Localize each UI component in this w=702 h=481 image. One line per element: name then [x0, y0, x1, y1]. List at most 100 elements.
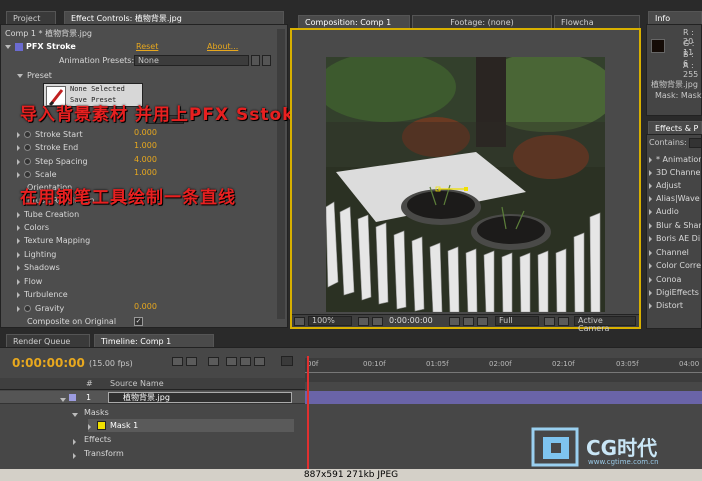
- time-ruler[interactable]: 00f 00:10f 01:05f 02:00f 02:10f 03:05f 0…: [305, 358, 702, 382]
- expand-icon[interactable]: [649, 262, 652, 269]
- expand-icon[interactable]: [17, 144, 20, 151]
- comp-timecode[interactable]: 0:00:00:00: [389, 316, 443, 326]
- expand-icon[interactable]: [17, 211, 20, 218]
- layer-name-field[interactable]: 植物背景.jpg: [108, 392, 292, 403]
- expand-icon[interactable]: [649, 208, 652, 215]
- expand-icon[interactable]: [17, 251, 20, 258]
- expand-icon[interactable]: [17, 278, 20, 285]
- expand-icon[interactable]: [17, 237, 20, 244]
- timeline-timecode[interactable]: 0:00:00:00: [12, 356, 85, 370]
- mask-color-swatch[interactable]: [97, 421, 106, 430]
- tab-composition[interactable]: Composition: Comp 1: [298, 15, 410, 28]
- resolution-dropdown[interactable]: Full: [495, 316, 539, 326]
- param-row[interactable]: Scale: [17, 168, 57, 181]
- expand-icon[interactable]: [17, 131, 20, 138]
- expand-icon[interactable]: [17, 158, 20, 165]
- stroke-end-value[interactable]: 1.000: [134, 141, 157, 150]
- playhead[interactable]: [307, 356, 309, 470]
- effect-category[interactable]: 3D Channel: [649, 166, 701, 179]
- transform-expand-icon[interactable]: [73, 451, 80, 460]
- motion-blur-icon[interactable]: [254, 357, 265, 366]
- transform-row[interactable]: Transform: [84, 447, 124, 460]
- expand-icon[interactable]: [17, 264, 20, 271]
- anim-presets-dropdown[interactable]: None: [134, 55, 249, 66]
- group-row[interactable]: Texture Mapping: [17, 234, 90, 247]
- live-update-icon[interactable]: [186, 357, 197, 366]
- tab-effects-presets[interactable]: Effects & P: [648, 121, 702, 134]
- effects-expand-icon[interactable]: [73, 437, 80, 446]
- tab-footage[interactable]: Footage: (none): [412, 15, 552, 28]
- collapse-icon[interactable]: [17, 73, 23, 78]
- composition-viewer[interactable]: [326, 57, 605, 312]
- about-button[interactable]: About...: [207, 42, 238, 51]
- preset-row[interactable]: Preset: [17, 69, 52, 82]
- channel-icon[interactable]: [477, 317, 488, 326]
- group-row[interactable]: Lighting: [17, 248, 56, 261]
- comp-mini-flowchart-icon[interactable]: [172, 357, 183, 366]
- tab-render-queue[interactable]: Render Queue: [6, 334, 90, 347]
- region-of-interest-icon[interactable]: [544, 317, 555, 326]
- contains-input[interactable]: [689, 138, 701, 148]
- next-preset-icon[interactable]: [262, 55, 271, 66]
- expand-icon[interactable]: [649, 182, 652, 189]
- param-row[interactable]: Stroke End: [17, 141, 78, 154]
- snapshot-icon[interactable]: [449, 317, 460, 326]
- expand-icon[interactable]: [649, 235, 652, 242]
- stroke-start-value[interactable]: 0.000: [134, 128, 157, 137]
- scrollbar[interactable]: [277, 29, 285, 319]
- effect-category[interactable]: Audio: [649, 205, 679, 218]
- stopwatch-icon[interactable]: [24, 171, 31, 178]
- expand-icon[interactable]: [649, 276, 652, 283]
- group-row[interactable]: Turbulence: [17, 288, 68, 301]
- camera-dropdown[interactable]: Active Camera: [574, 316, 636, 333]
- layer-row[interactable]: 1 植物背景.jpg: [0, 391, 305, 404]
- hide-shy-icon[interactable]: [226, 357, 237, 366]
- effect-category[interactable]: Conoa: [649, 273, 681, 286]
- always-preview-icon[interactable]: [294, 317, 305, 326]
- draft-3d-icon[interactable]: [208, 357, 219, 366]
- step-spacing-value[interactable]: 4.000: [134, 155, 157, 164]
- expand-icon[interactable]: [649, 222, 652, 229]
- mask-view-icon[interactable]: [372, 317, 383, 326]
- group-row[interactable]: Tube Creation: [17, 208, 79, 221]
- param-row[interactable]: Step Spacing: [17, 155, 88, 168]
- expand-icon[interactable]: [17, 291, 20, 298]
- expand-icon[interactable]: [17, 305, 20, 312]
- layer-duration-bar[interactable]: [305, 391, 702, 404]
- collapse-icon[interactable]: [5, 44, 11, 49]
- layer-label-color[interactable]: [69, 394, 76, 401]
- param-row[interactable]: Gravity: [17, 302, 64, 315]
- expand-icon[interactable]: [649, 302, 652, 309]
- reset-button[interactable]: Reset: [136, 42, 158, 51]
- effects-row[interactable]: Effects: [84, 433, 111, 446]
- effect-category[interactable]: DigiEffects: [649, 286, 699, 299]
- expand-icon[interactable]: [649, 156, 652, 163]
- masks-row[interactable]: Masks: [84, 406, 109, 419]
- group-row[interactable]: Shadows: [17, 261, 60, 274]
- show-snapshot-icon[interactable]: [463, 317, 474, 326]
- expand-icon[interactable]: [17, 171, 20, 178]
- graph-editor-icon[interactable]: [281, 356, 293, 366]
- effect-category[interactable]: Channel: [649, 246, 689, 259]
- composite-checkbox[interactable]: ✓: [134, 317, 143, 326]
- expand-icon[interactable]: [649, 169, 652, 176]
- group-row[interactable]: Colors: [17, 221, 49, 234]
- effect-category[interactable]: Distort: [649, 299, 683, 312]
- prev-preset-icon[interactable]: [251, 55, 260, 66]
- stopwatch-icon[interactable]: [24, 158, 31, 165]
- frame-blending-icon[interactable]: [240, 357, 251, 366]
- effect-category[interactable]: Alias|Wave: [649, 192, 700, 205]
- mask-name[interactable]: Mask 1: [110, 421, 138, 430]
- col-source-name[interactable]: Source Name: [110, 379, 164, 388]
- effect-category[interactable]: Blur & Sharp: [649, 219, 701, 232]
- mask-row[interactable]: Mask 1: [88, 419, 294, 432]
- tab-timeline[interactable]: Timeline: Comp 1: [94, 334, 214, 347]
- stopwatch-icon[interactable]: [24, 305, 31, 312]
- tab-flowchart[interactable]: Flowcha: [554, 15, 640, 28]
- tab-effect-controls[interactable]: Effect Controls: 植物背景.jpg: [64, 11, 284, 24]
- tab-project[interactable]: Project: [6, 11, 56, 24]
- scale-value[interactable]: 1.000: [134, 168, 157, 177]
- effect-category[interactable]: Adjust: [649, 179, 681, 192]
- safe-zones-icon[interactable]: [358, 317, 369, 326]
- gravity-value[interactable]: 0.000: [134, 302, 157, 311]
